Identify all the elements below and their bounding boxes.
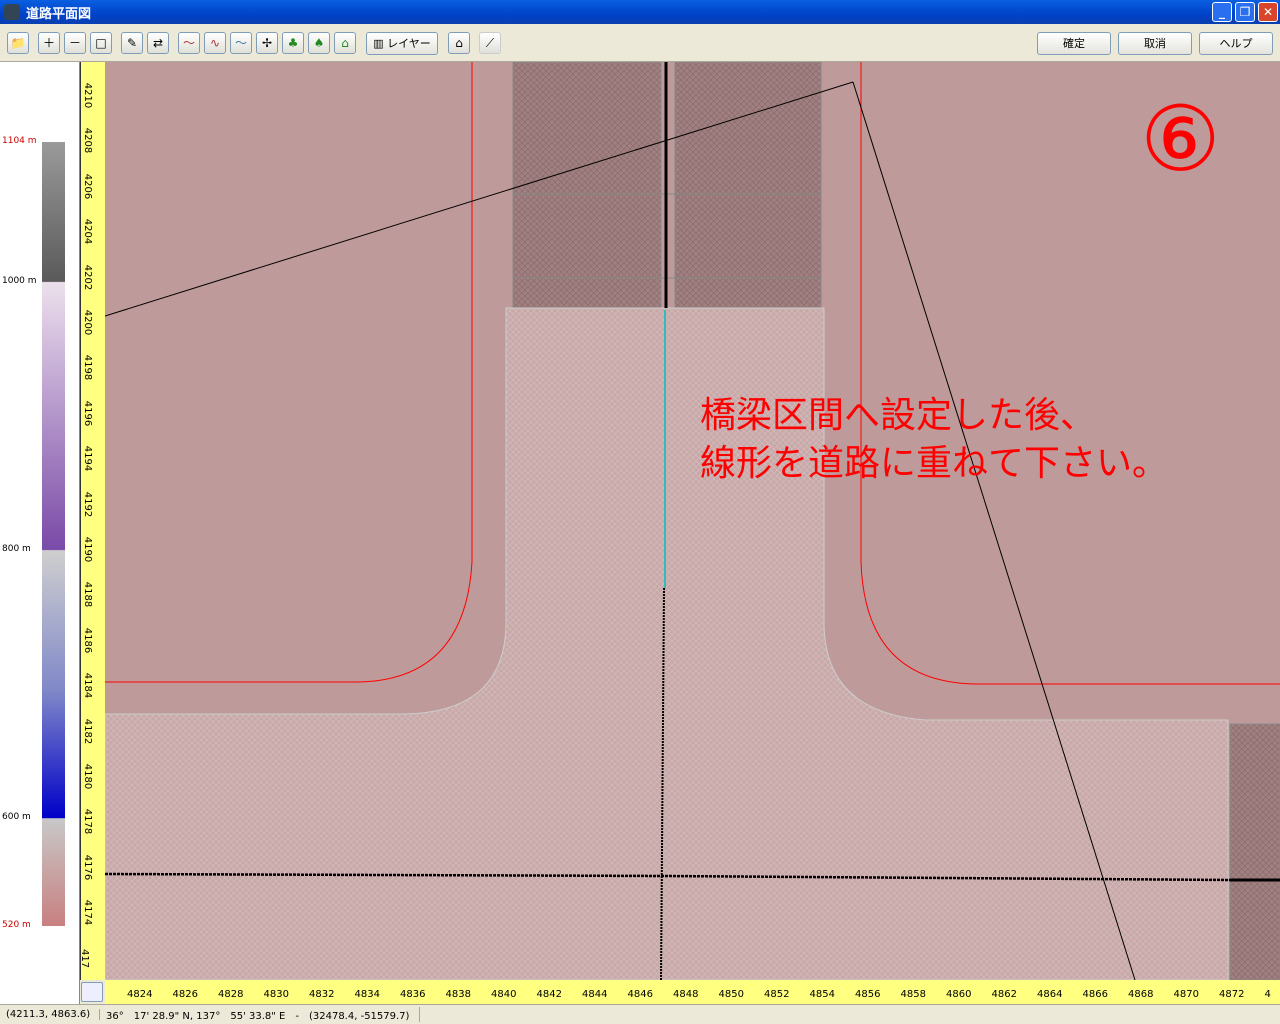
ruler-tick-label: 4848 [673, 989, 699, 1000]
ruler-tick-label: 4206 [82, 173, 94, 200]
ruler-tick-label: 4850 [718, 989, 744, 1000]
ruler-tick-label: 4838 [445, 989, 471, 1000]
ruler-tick-label: 4208 [82, 128, 94, 154]
ruler-tick-label: 4192 [82, 491, 94, 517]
ruler-tick-label: 4204 [82, 218, 94, 245]
ruler-tick-label: 4846 [627, 989, 653, 1000]
ruler-tick-label: 4832 [309, 989, 335, 1000]
ruler-tick-label: 4826 [172, 989, 198, 1000]
confirm-button[interactable]: 確定 [1037, 32, 1111, 55]
ruler-tick-label: 4840 [491, 989, 517, 1000]
add-house-icon[interactable]: ⌂ [448, 32, 470, 54]
ruler-tick-label: 4856 [855, 989, 881, 1000]
ruler-tick-label: 4184 [82, 672, 94, 699]
ruler-tick-label: 4844 [582, 989, 608, 1000]
local-coordinates: (4211.3, 4863.6) [0, 1009, 100, 1020]
ruler-tick-label: 4188 [82, 582, 94, 608]
polyline-icon[interactable]: 〜 [178, 32, 200, 54]
minimize-button[interactable]: _ [1212, 2, 1232, 22]
legend-label: 1104 m [2, 136, 37, 146]
terrain-icon[interactable]: ⌂ [334, 32, 356, 54]
ruler-tick-label: 4 [1264, 989, 1271, 1000]
ruler-tick-label: 4866 [1082, 989, 1108, 1000]
zoom-out-icon[interactable]: － [64, 32, 86, 54]
ruler-tick-label: 4190 [82, 536, 94, 563]
app-icon [4, 4, 20, 20]
ruler-tick-label: 4182 [82, 718, 94, 744]
building-tree-icon[interactable]: ♣ [282, 32, 304, 54]
title-bar: 道路平面図 _ ❐ ✕ [0, 0, 1280, 24]
curve-icon[interactable]: ∿ [204, 32, 226, 54]
ruler-tick-label: 4200 [82, 309, 94, 336]
ruler-tick-label: 4868 [1128, 989, 1154, 1000]
toolbar: 📁 ＋ － □ ✎ ⇄ 〜 ∿ 〜 ✢ ♣ ♠ ⌂ ▥ レイヤー ⌂ ⟋ 確定 … [0, 24, 1280, 62]
ruler-tick-label: 4834 [354, 989, 380, 1000]
ruler-tick-label: 4178 [82, 809, 94, 835]
geo-coordinates: 36° 17' 28.9" N, 137° 55' 33.8" E - (324… [100, 1007, 420, 1022]
ruler-tick-label: 4176 [82, 854, 94, 881]
ruler-tick-label: 4872 [1219, 989, 1245, 1000]
ruler-tick-label: 4830 [263, 989, 289, 1000]
ruler-tick-label: 4202 [82, 264, 94, 290]
swap-icon[interactable]: ⇄ [147, 32, 169, 54]
ruler-tick-label: 4860 [946, 989, 972, 1000]
ruler-tick-label: 417 [80, 948, 91, 968]
window-title: 道路平面図 [26, 6, 92, 22]
legend-label: 520 m [2, 920, 31, 930]
ruler-tick-label: 4174 [82, 899, 94, 926]
close-button[interactable]: ✕ [1258, 2, 1278, 22]
ruler-tick-label: 4194 [82, 445, 94, 472]
ruler-tick-label: 4198 [82, 355, 94, 381]
layer-button[interactable]: ▥ レイヤー [366, 32, 438, 55]
ruler-tick-label: 4858 [900, 989, 926, 1000]
ruler-tick-label: 4180 [82, 763, 94, 790]
vertical-ruler[interactable]: 4210 4208 4206 4204 4202 4200 4198 4196 4194 4192… [80, 62, 105, 980]
instruction-note: 橋梁区間へ設定した後、 線形を道路に重ねて下さい。 [700, 395, 1169, 484]
status-bar: (4211.3, 4863.6) 36° 17' 28.9" N, 137° 5… [0, 1004, 1280, 1024]
elevation-color-bar [42, 142, 65, 926]
legend-label: 800 m [2, 544, 31, 554]
ruler-tick-label: 4196 [82, 400, 94, 427]
ruler-tick-label: 4210 [82, 82, 94, 109]
open-folder-icon[interactable]: 📁 [7, 32, 29, 54]
layer-icon: ▥ [373, 37, 388, 50]
line-icon[interactable]: 〜 [230, 32, 252, 54]
legend-label: 600 m [2, 812, 31, 822]
elevation-legend: 1104 m 1000 m 800 m 600 m 520 m [0, 62, 80, 1004]
ruler-tick-label: 4836 [400, 989, 426, 1000]
layer-label: レイヤー [387, 37, 431, 50]
map-canvas[interactable] [105, 62, 1280, 980]
forest-icon[interactable]: ♠ [308, 32, 330, 54]
ruler-tick-label: 4854 [809, 989, 835, 1000]
measure-icon[interactable]: ✎ [121, 32, 143, 54]
ruler-tick-label: 4186 [82, 627, 94, 654]
legend-label: 1000 m [2, 276, 37, 286]
step-number: ⑥ [1140, 87, 1221, 192]
zoom-in-icon[interactable]: ＋ [38, 32, 60, 54]
ruler-tick-label: 4842 [536, 989, 562, 1000]
ruler-tick-label: 4852 [764, 989, 790, 1000]
ruler-tick-label: 4864 [1037, 989, 1063, 1000]
cancel-button[interactable]: 取消 [1118, 32, 1192, 55]
add-point-icon[interactable]: ✢ [256, 32, 278, 54]
ruler-tick-label: 4828 [218, 989, 244, 1000]
ruler-tick-label: 4870 [1173, 989, 1199, 1000]
restore-button[interactable]: ❐ [1235, 2, 1255, 22]
help-button[interactable]: ヘルプ [1199, 32, 1273, 55]
ruler-tick-label: 4824 [127, 989, 153, 1000]
cut-line-icon[interactable]: ⟋ [479, 32, 501, 54]
zoom-fit-icon[interactable]: □ [90, 32, 112, 54]
ruler-corner-button[interactable] [81, 982, 103, 1002]
ruler-tick-label: 4862 [991, 989, 1017, 1000]
horizontal-ruler[interactable]: 4824 4826 4828 4830 4832 4834 4836 4838 4840 4842… [105, 980, 1280, 1004]
